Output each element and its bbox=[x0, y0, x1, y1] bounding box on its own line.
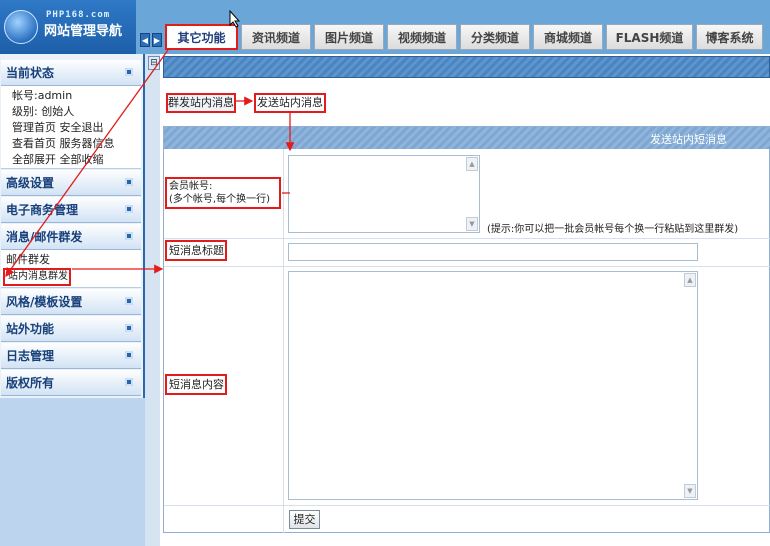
expand-icon[interactable] bbox=[125, 324, 133, 332]
scroll-down-icon[interactable]: ▼ bbox=[466, 217, 478, 231]
row-divider bbox=[164, 505, 770, 506]
message-title-input[interactable] bbox=[288, 243, 698, 261]
sidebar-header-label: 高级设置 bbox=[6, 176, 55, 190]
admin-links[interactable]: 管理首页 安全退出 bbox=[1, 120, 141, 136]
scroll-down-icon[interactable]: ▼ bbox=[684, 484, 696, 498]
frame-split-strip bbox=[145, 54, 160, 546]
sidebar-header-label: 版权所有 bbox=[6, 376, 55, 390]
send-message-link[interactable]: 发送站内消息 bbox=[254, 93, 326, 113]
tab-classified-channel[interactable]: 分类频道 bbox=[460, 24, 530, 50]
sidebar-header-external[interactable]: 站外功能 bbox=[1, 316, 141, 342]
sidebar-edge bbox=[143, 54, 145, 398]
sidebar-header-copyright[interactable]: 版权所有 bbox=[1, 370, 141, 396]
members-label-hint: (多个帐号,每个换一行) bbox=[169, 194, 270, 205]
view-links[interactable]: 查看首页 服务器信息 bbox=[1, 136, 141, 152]
logo-site-text: PHP168.com bbox=[46, 10, 111, 20]
tab-blog-system[interactable]: 博客系统 bbox=[696, 24, 763, 50]
sidebar-header-ecommerce[interactable]: 电子商务管理 bbox=[1, 197, 141, 223]
sidebar-item-site-message-broadcast[interactable]: 站内消息群发 bbox=[3, 268, 71, 286]
main-header-band bbox=[163, 56, 770, 78]
scroll-up-icon[interactable]: ▲ bbox=[466, 157, 478, 171]
sidebar-header-log[interactable]: 日志管理 bbox=[1, 343, 141, 369]
members-textarea[interactable]: ▲ ▼ bbox=[288, 155, 480, 233]
message-content-label: 短消息内容 bbox=[165, 374, 227, 395]
sidebar-header-advanced[interactable]: 高级设置 bbox=[1, 170, 141, 196]
members-label-line: 会员帐号: bbox=[169, 181, 213, 192]
tab-flash-channel[interactable]: FLASH频道 bbox=[606, 24, 693, 50]
sidebar-header-label: 消息/邮件群发 bbox=[6, 230, 83, 244]
scroll-up-icon[interactable]: ▲ bbox=[684, 273, 696, 287]
logo-title: 网站管理导航 bbox=[44, 24, 123, 39]
account-info: 帐号:admin bbox=[12, 89, 73, 102]
sidebar-footer-area bbox=[0, 398, 145, 546]
members-label: 会员帐号: (多个帐号,每个换一行) bbox=[165, 177, 281, 209]
level-info: 级别: 创始人 bbox=[12, 105, 75, 118]
tab-video-channel[interactable]: 视频频道 bbox=[387, 24, 457, 50]
tab-mall-channel[interactable]: 商城频道 bbox=[533, 24, 603, 50]
sidebar-header-label: 当前状态 bbox=[6, 66, 55, 80]
expand-icon[interactable] bbox=[125, 68, 133, 76]
expand-collapse-links[interactable]: 全部展开 全部收缩 bbox=[1, 152, 141, 168]
expand-icon[interactable] bbox=[125, 297, 133, 305]
sidebar-header-label: 站外功能 bbox=[6, 322, 55, 336]
logo: PHP168.com 网站管理导航 bbox=[0, 0, 136, 54]
channel-tabs: 其它功能 资讯频道 图片频道 视频频道 分类频道 商城频道 FLASH频道 博客… bbox=[165, 24, 766, 50]
current-status-panel: 帐号:admin 级别: 创始人 管理首页 安全退出 查看首页 服务器信息 全部… bbox=[1, 86, 141, 169]
group-send-message-button[interactable]: 群发站内消息 bbox=[166, 93, 236, 113]
logo-globe-icon bbox=[4, 10, 38, 44]
scroll-right-icon[interactable]: ▶ bbox=[152, 33, 162, 47]
expand-icon[interactable] bbox=[125, 378, 133, 386]
mouse-cursor-icon bbox=[229, 10, 241, 28]
sidebar-header-label: 日志管理 bbox=[6, 349, 55, 363]
tab-other-functions[interactable]: 其它功能 bbox=[165, 24, 238, 50]
expand-icon[interactable] bbox=[125, 351, 133, 359]
sidebar-header-label: 电子商务管理 bbox=[6, 203, 79, 217]
message-content-textarea[interactable]: ▲ ▼ bbox=[288, 271, 698, 500]
expand-icon[interactable] bbox=[125, 178, 133, 186]
expand-icon[interactable] bbox=[125, 205, 133, 213]
row-divider bbox=[164, 266, 770, 267]
message-title-label: 短消息标题 bbox=[165, 240, 227, 261]
row-divider bbox=[164, 238, 770, 239]
form-title: 发送站内短消息 bbox=[650, 133, 727, 146]
tab-news-channel[interactable]: 资讯频道 bbox=[241, 24, 311, 50]
submit-button[interactable]: 提交 bbox=[289, 510, 320, 529]
expand-icon[interactable] bbox=[125, 232, 133, 240]
sidebar-header-messaging[interactable]: 消息/邮件群发 bbox=[1, 224, 141, 250]
collapse-sidebar-icon[interactable]: ⊟ bbox=[148, 56, 160, 70]
members-hint-text: (提示:你可以把一批会员帐号每个换一行粘贴到这里群发) bbox=[487, 224, 739, 235]
sidebar-item-email-broadcast[interactable]: 邮件群发 bbox=[1, 252, 141, 268]
sidebar-header-current-status[interactable]: 当前状态 bbox=[1, 60, 141, 86]
sidebar-header-label: 风格/模板设置 bbox=[6, 295, 83, 309]
tab-image-channel[interactable]: 图片频道 bbox=[314, 24, 384, 50]
sidebar-header-style-template[interactable]: 风格/模板设置 bbox=[1, 289, 141, 315]
messaging-panel: 邮件群发 站内消息群发 bbox=[1, 250, 141, 288]
scroll-left-icon[interactable]: ◀ bbox=[140, 33, 150, 47]
